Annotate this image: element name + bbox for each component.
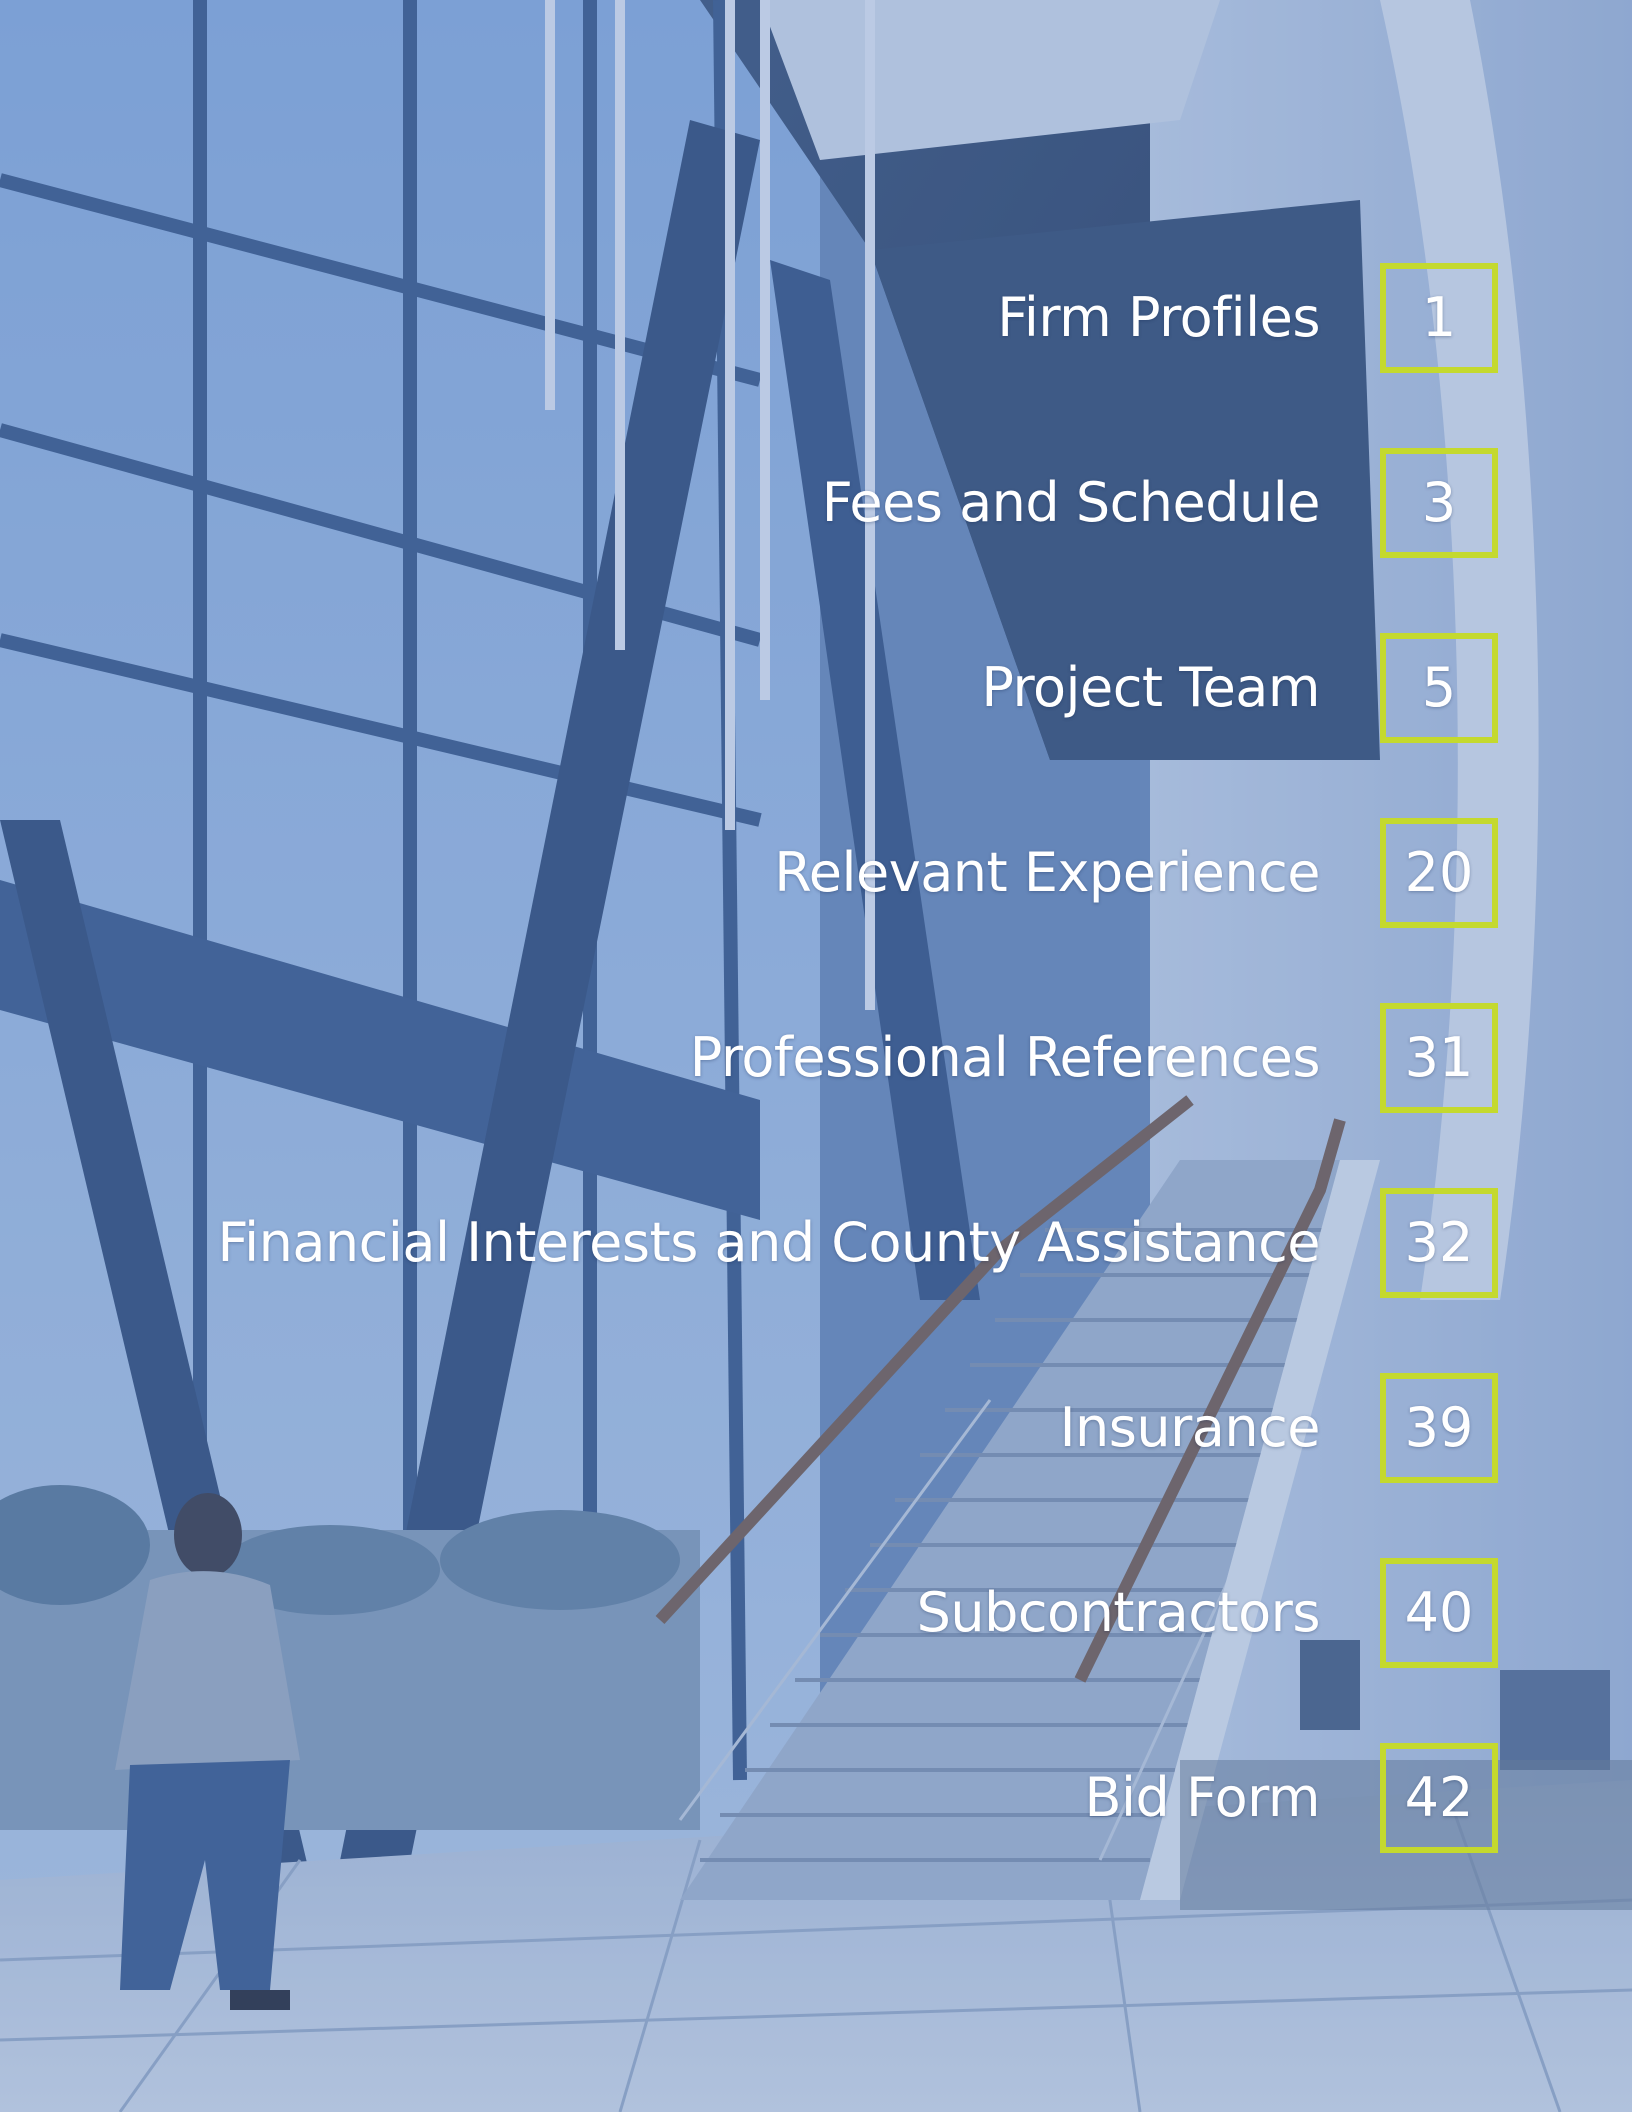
toc-item[interactable]: Insurance 39 (0, 1373, 1632, 1483)
toc-item-label: Professional References (689, 1026, 1321, 1089)
page-number: 42 (1404, 1766, 1474, 1829)
toc-item-label: Subcontractors (916, 1581, 1321, 1644)
page-number-box: 39 (1380, 1373, 1498, 1483)
toc-item-label: Relevant Experience (774, 841, 1320, 904)
page-number: 39 (1404, 1396, 1474, 1459)
page-number-box: 42 (1380, 1743, 1498, 1853)
toc-item-label: Project Team (981, 656, 1320, 719)
toc-page: Firm Profiles 1 Fees and Schedule 3 Proj… (0, 0, 1632, 2112)
toc-item-label: Bid Form (1084, 1766, 1320, 1829)
page-number: 5 (1421, 656, 1457, 719)
page-number-box: 31 (1380, 1003, 1498, 1113)
page-number-box: 32 (1380, 1188, 1498, 1298)
toc-item-label: Firm Profiles (997, 286, 1320, 349)
page-number: 31 (1404, 1026, 1474, 1089)
toc-item[interactable]: Bid Form 42 (0, 1743, 1632, 1853)
toc-item-label: Financial Interests and County Assistanc… (217, 1211, 1320, 1274)
page-number-box: 20 (1380, 818, 1498, 928)
page-number-box: 3 (1380, 448, 1498, 558)
toc-item[interactable]: Fees and Schedule 3 (0, 448, 1632, 558)
toc-item[interactable]: Financial Interests and County Assistanc… (0, 1188, 1632, 1298)
toc-item[interactable]: Project Team 5 (0, 633, 1632, 743)
page-number: 20 (1404, 841, 1474, 904)
toc-item[interactable]: Subcontractors 40 (0, 1558, 1632, 1668)
toc-item[interactable]: Professional References 31 (0, 1003, 1632, 1113)
page-number: 3 (1421, 471, 1457, 534)
page-number: 40 (1404, 1581, 1474, 1644)
page-number: 32 (1404, 1211, 1474, 1274)
page-number: 1 (1421, 286, 1457, 349)
toc-item-label: Insurance (1059, 1396, 1321, 1459)
toc-item-label: Fees and Schedule (821, 471, 1321, 534)
page-number-box: 40 (1380, 1558, 1498, 1668)
page-number-box: 5 (1380, 633, 1498, 743)
toc-item[interactable]: Firm Profiles 1 (0, 263, 1632, 373)
toc-item[interactable]: Relevant Experience 20 (0, 818, 1632, 928)
page-number-box: 1 (1380, 263, 1498, 373)
